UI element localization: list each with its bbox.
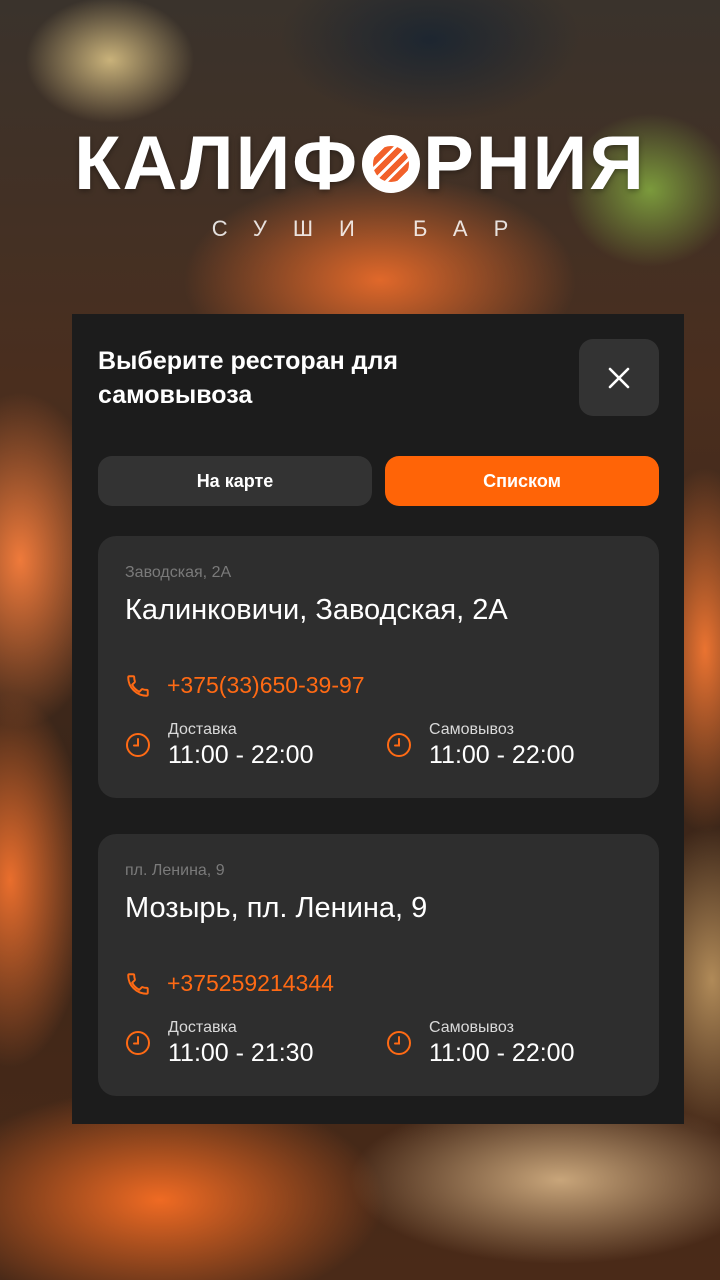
pickup-label: Самовывоз [429,721,514,738]
phone-icon [125,673,151,699]
delivery-hours: Доставка 11:00 - 22:00 [125,720,313,770]
delivery-hours: Доставка 11:00 - 21:30 [125,1018,313,1068]
close-icon [607,366,631,390]
phone-icon [125,971,151,997]
tab-list[interactable]: Списком [385,456,659,506]
restaurant-picker-modal: Выберите ресторан для самовывоза На карт… [72,314,684,1124]
delivery-label: Доставка [168,1019,237,1036]
view-tabs: На карте Списком [98,456,659,506]
brand-title-part-1: КАЛИФ [74,121,360,206]
restaurant-name: Мозырь, пл. Ленина, 9 [125,892,428,924]
restaurant-card[interactable]: пл. Ленина, 9 Мозырь, пл. Ленина, 9 +375… [98,834,659,1096]
phone-row[interactable]: +375259214344 [125,970,334,997]
phone-link[interactable]: +375259214344 [167,970,334,997]
brand-title: КАЛИФ РНИЯ [74,124,646,204]
pickup-hours: Самовывоз 11:00 - 22:00 [386,1018,574,1068]
phone-row[interactable]: +375(33)650-39-97 [125,672,365,699]
delivery-time: 11:00 - 21:30 [168,1039,314,1067]
pickup-hours: Самовывоз 11:00 - 22:00 [386,720,574,770]
pickup-label: Самовывоз [429,1019,514,1036]
restaurant-street: Заводская, 2А [125,564,232,581]
tab-map[interactable]: На карте [98,456,372,506]
clock-icon [386,732,412,758]
sushi-roll-icon [362,135,421,193]
close-button[interactable] [579,339,659,416]
pickup-time: 11:00 - 22:00 [429,1039,575,1067]
phone-link[interactable]: +375(33)650-39-97 [167,672,365,699]
modal-title: Выберите ресторан для самовывоза [98,347,398,409]
brand-subtitle: СУШИ БАР [211,216,535,241]
restaurant-street: пл. Ленина, 9 [125,862,225,879]
clock-icon [386,1030,412,1056]
brand-logo: КАЛИФ РНИЯ СУШИ БАР [0,124,720,242]
brand-title-part-2: РНИЯ [423,121,646,206]
restaurant-card[interactable]: Заводская, 2А Калинковичи, Заводская, 2А… [98,536,659,798]
clock-icon [125,732,151,758]
clock-icon [125,1030,151,1056]
delivery-label: Доставка [168,721,237,738]
pickup-time: 11:00 - 22:00 [429,741,575,769]
delivery-time: 11:00 - 22:00 [168,741,314,769]
restaurant-name: Калинковичи, Заводская, 2А [125,594,508,626]
